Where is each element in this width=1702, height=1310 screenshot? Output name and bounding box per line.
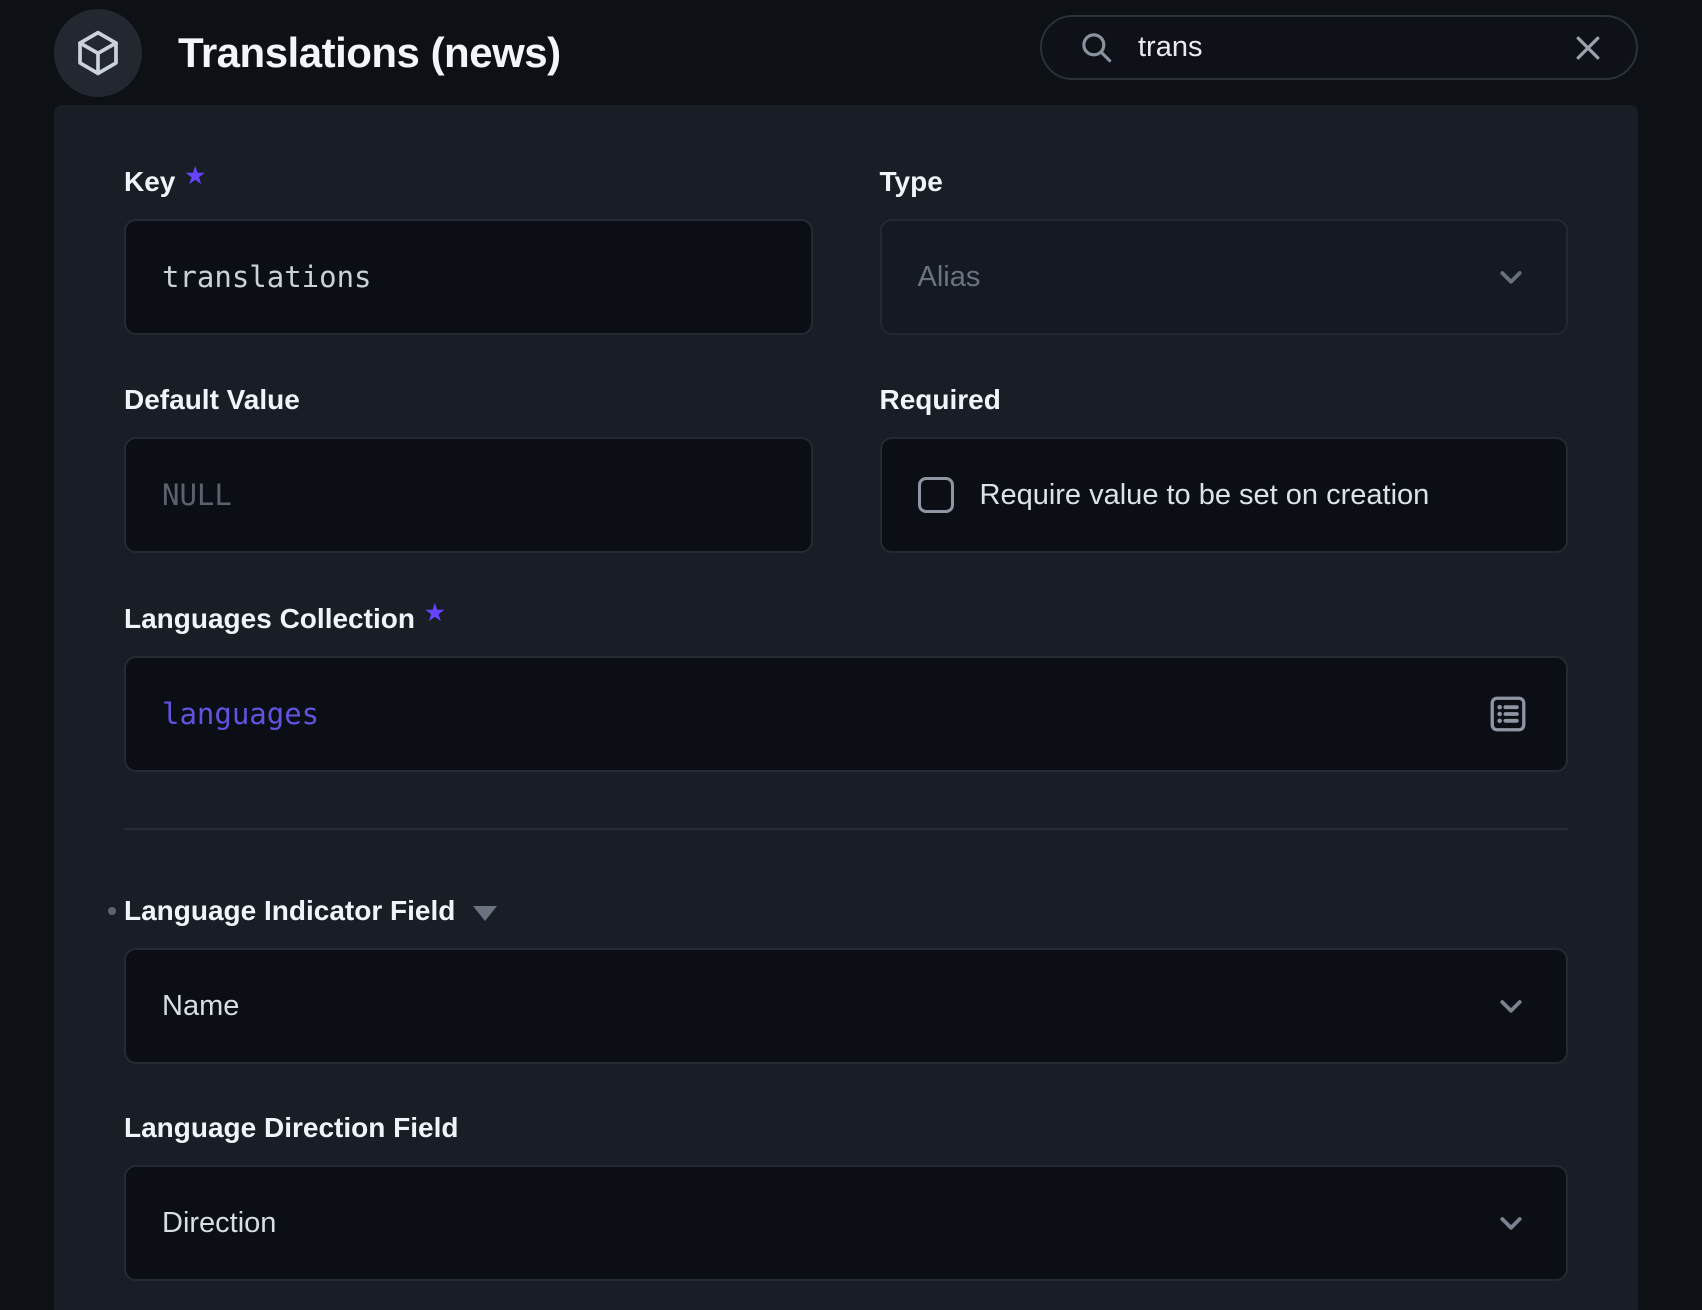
- section-divider: [124, 828, 1568, 830]
- required-checkbox-group: Require value to be set on creation: [880, 437, 1569, 553]
- languages-collection-input[interactable]: languages: [124, 656, 1568, 772]
- field-language-direction: Language Direction Field Direction: [124, 1111, 1568, 1281]
- default-value-input-wrapper: [124, 437, 813, 553]
- list-icon[interactable]: [1486, 692, 1530, 736]
- required-star-icon: ★: [185, 159, 205, 193]
- languages-collection-label: Languages Collection ★: [124, 602, 1568, 636]
- search-box[interactable]: [1040, 15, 1638, 80]
- chevron-down-icon: [1492, 1204, 1530, 1242]
- languages-collection-value: languages: [162, 697, 1486, 731]
- language-indicator-label: Language Indicator Field: [108, 893, 1568, 928]
- key-input[interactable]: [162, 260, 775, 294]
- language-indicator-select[interactable]: Name: [124, 948, 1568, 1064]
- box-icon: [72, 27, 124, 79]
- type-value: Alias: [918, 261, 1493, 294]
- default-value-input[interactable]: [162, 478, 775, 512]
- type-select: Alias: [880, 219, 1569, 335]
- language-indicator-value: Name: [162, 990, 1492, 1023]
- key-label: Key ★: [124, 165, 813, 199]
- field-language-indicator: Language Indicator Field Name: [124, 893, 1568, 1064]
- language-direction-select[interactable]: Direction: [124, 1165, 1568, 1281]
- field-required: Required Require value to be set on crea…: [880, 383, 1569, 553]
- field-languages-collection: Languages Collection ★ languages: [124, 602, 1568, 772]
- chevron-down-icon: [1492, 987, 1530, 1025]
- field-key: Key ★: [124, 165, 813, 335]
- field-type: Type Alias: [880, 165, 1569, 335]
- required-checkbox-label[interactable]: Require value to be set on creation: [980, 479, 1430, 512]
- chevron-down-icon: [1492, 258, 1530, 296]
- app-header: Translations (news): [0, 0, 1702, 105]
- required-label: Required: [880, 383, 1569, 417]
- default-value-label: Default Value: [124, 383, 813, 417]
- edited-indicator-dot: [108, 907, 116, 915]
- search-input[interactable]: [1138, 31, 1570, 64]
- caret-down-icon[interactable]: [473, 906, 497, 921]
- type-label: Type: [880, 165, 1569, 199]
- language-direction-label: Language Direction Field: [124, 1111, 1568, 1145]
- required-star-icon: ★: [425, 596, 445, 630]
- language-direction-value: Direction: [162, 1207, 1492, 1240]
- key-input-wrapper: [124, 219, 813, 335]
- close-icon[interactable]: [1570, 30, 1606, 66]
- collection-avatar: [54, 9, 142, 97]
- page-title: Translations (news): [178, 29, 561, 77]
- required-checkbox[interactable]: [918, 477, 954, 513]
- field-default-value: Default Value: [124, 383, 813, 553]
- search-icon: [1078, 29, 1116, 67]
- field-settings-panel: Key ★ Type Alias Default Value: [54, 105, 1638, 1310]
